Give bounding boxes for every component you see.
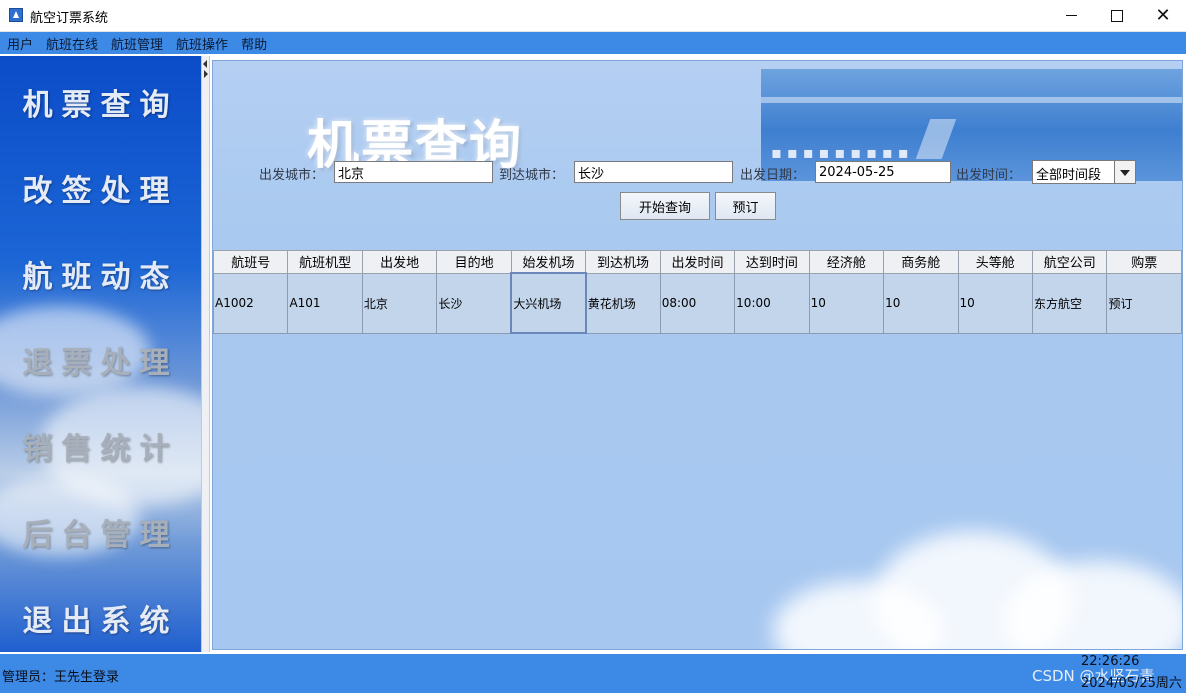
nav-rebooking[interactable]: 改签处理 [0,166,201,210]
to-city-label: 到达城市： [499,168,565,183]
departure-date-label: 出发日期： [740,168,806,183]
plane-windows-decoration: ▪▪▪▪▪▪▪▪▪ [771,143,914,162]
col-header[interactable]: 达到时间 [734,250,810,274]
from-city-label: 出发城市： [259,168,325,183]
table-cell[interactable]: 黄花机场 [585,272,661,334]
plane-tail-shape [915,119,957,159]
nav-admin[interactable]: 后台管理 [0,510,201,554]
table-cell[interactable]: A1002 [213,272,289,334]
table-cell[interactable]: 10 [808,272,885,334]
col-header[interactable]: 购票 [1106,250,1182,274]
col-header[interactable]: 经济舱 [808,250,885,274]
dropdown-button[interactable] [1114,161,1135,183]
col-header[interactable]: 到达机场 [585,250,661,274]
logged-in-user: 管理员：王先生登录 [2,670,120,685]
table-cell[interactable]: 北京 [361,272,438,334]
col-header[interactable]: 出发地 [361,250,438,274]
search-button[interactable]: 开始查询 [620,192,710,220]
menu-flights-online[interactable]: 航班在线 [40,34,104,53]
nav-exit[interactable]: 退出系统 [0,596,201,640]
departure-time-value: 全部时间段 [1036,168,1102,183]
menu-flight-operations[interactable]: 航班操作 [170,34,234,53]
clock-date: 2024/05/25周六 [1081,676,1182,691]
departure-time-label: 出发时间： [956,168,1022,183]
chevron-down-icon [1120,170,1130,176]
table-cell[interactable]: 东方航空 [1031,272,1108,334]
left-nav-panel: 机票查询 改签处理 航班动态 退票处理 销售统计 后台管理 退出系统 [0,56,201,652]
from-city-input[interactable] [334,161,493,183]
minimize-button[interactable] [1048,0,1094,31]
main-content-panel: ▪▪▪▪▪▪▪▪▪ 机票查询 出发城市： 到达城市： 出发日期： 出发时间： 全… [212,60,1183,650]
title-bar: 航空订票系统 ✕ [0,0,1186,32]
table-cell[interactable]: 长沙 [436,272,512,334]
table-row[interactable]: A1002 A101 北京 长沙 大兴机场 黄花机场 08:00 10:00 1… [213,272,1182,334]
book-button[interactable]: 预订 [715,192,776,220]
nav-ticket-query[interactable]: 机票查询 [0,80,201,124]
departure-time-select[interactable]: 全部时间段 [1032,160,1136,184]
col-header[interactable]: 航空公司 [1031,250,1108,274]
split-pane-divider[interactable] [201,56,210,652]
clock-time: 22:26:26 [1081,654,1140,669]
to-city-input[interactable] [574,161,733,183]
table-cell[interactable]: 10 [957,272,1033,334]
nav-refund[interactable]: 退票处理 [0,338,201,382]
col-header[interactable]: 目的地 [436,250,512,274]
table-cell[interactable]: 10:00 [734,272,810,334]
minimize-icon [1065,15,1077,16]
table-cell-selected[interactable]: 大兴机场 [510,272,587,334]
table-cell[interactable]: A101 [287,272,363,334]
col-header[interactable]: 商务舱 [883,250,959,274]
table-cell[interactable]: 10 [883,272,959,334]
table-header-row: 航班号 航班机型 出发地 目的地 始发机场 到达机场 出发时间 达到时间 经济舱… [213,250,1182,274]
menu-flight-management[interactable]: 航班管理 [105,34,169,53]
nav-flight-status[interactable]: 航班动态 [0,252,201,296]
flight-table: 航班号 航班机型 出发地 目的地 始发机场 到达机场 出发时间 达到时间 经济舱… [213,250,1182,334]
col-header[interactable]: 头等舱 [957,250,1033,274]
menu-user[interactable]: 用户 [1,34,39,53]
status-bar: 管理员：王先生登录 CSDN @水坚石青 22:26:26 2024/05/25… [0,654,1186,693]
banner-stripe [761,97,1182,103]
col-header[interactable]: 航班机型 [287,250,363,274]
departure-date-input[interactable] [815,161,951,183]
nav-sales-stats[interactable]: 销售统计 [0,424,201,468]
close-button[interactable]: ✕ [1140,0,1186,31]
menu-bar: 用户 航班在线 航班管理 航班操作 帮助 [0,32,1186,54]
menu-help[interactable]: 帮助 [235,34,273,53]
maximize-icon [1111,9,1123,22]
expand-right-icon[interactable] [204,70,208,78]
table-cell[interactable]: 08:00 [659,272,736,334]
col-header[interactable]: 始发机场 [510,250,587,274]
close-icon: ✕ [1155,4,1171,26]
window-title: 航空订票系统 [30,11,109,26]
table-cell-book[interactable]: 预订 [1106,272,1182,334]
app-icon [9,8,23,22]
col-header[interactable]: 航班号 [213,250,289,274]
collapse-left-icon[interactable] [203,60,207,68]
maximize-button[interactable] [1094,0,1140,31]
col-header[interactable]: 出发时间 [659,250,736,274]
